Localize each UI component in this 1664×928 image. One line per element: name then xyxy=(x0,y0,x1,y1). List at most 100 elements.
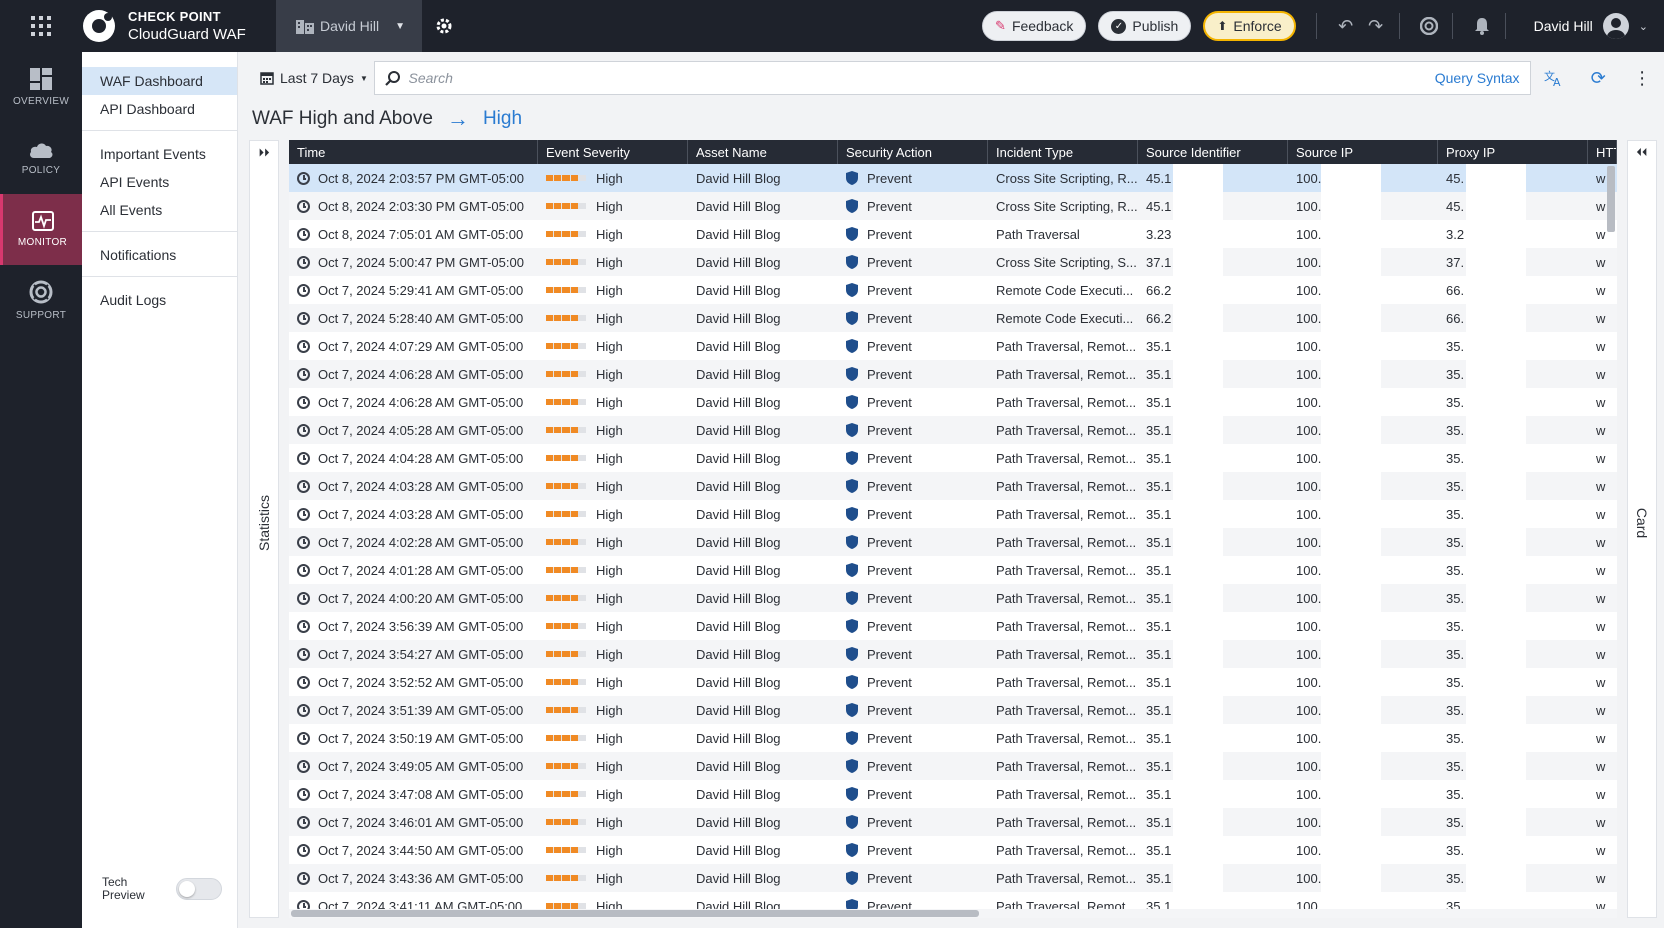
table-row[interactable]: Oct 7, 2024 5:00:47 PM GMT-05:00 High Davi… xyxy=(289,248,1617,276)
submenu-waf-dashboard[interactable]: WAF Dashboard xyxy=(82,67,237,95)
table-row[interactable]: Oct 7, 2024 4:01:28 AM GMT-05:00 High Davi… xyxy=(289,556,1617,584)
table-body: Oct 8, 2024 2:03:57 PM GMT-05:00 High Davi… xyxy=(289,164,1617,918)
cell-source-ip: 100. xyxy=(1288,696,1438,724)
more-vertical-icon[interactable]: ⋮ xyxy=(1620,52,1664,104)
avatar[interactable] xyxy=(1602,13,1629,39)
card-panel-toggle[interactable]: ⏴⏴ Card xyxy=(1627,140,1657,918)
nav-overview[interactable]: OVERVIEW xyxy=(0,52,82,123)
cell-incident: Path Traversal, Remot... xyxy=(988,752,1138,780)
action-value: Prevent xyxy=(867,814,912,830)
statistics-label: Statistics xyxy=(256,495,272,552)
scrollbar-thumb[interactable] xyxy=(291,910,979,917)
submenu-api-dashboard[interactable]: API Dashboard xyxy=(82,95,237,123)
table-row[interactable]: Oct 7, 2024 3:44:50 AM GMT-05:00 High Davi… xyxy=(289,836,1617,864)
proxy-ip-value: 45. xyxy=(1446,170,1465,186)
cell-incident: Path Traversal, Remot... xyxy=(988,808,1138,836)
undo-icon[interactable]: ↶ xyxy=(1331,0,1361,52)
vertical-scrollbar[interactable] xyxy=(1607,166,1615,886)
search-input[interactable] xyxy=(408,70,1435,86)
table-row[interactable]: Oct 7, 2024 4:03:28 AM GMT-05:00 High Davi… xyxy=(289,500,1617,528)
feedback-button[interactable]: ✎ Feedback xyxy=(982,11,1087,41)
enforce-button[interactable]: ⬆ Enforce xyxy=(1203,11,1296,41)
table-row[interactable]: Oct 8, 2024 7:05:01 AM GMT-05:00 High Davi… xyxy=(289,220,1617,248)
http-value: w xyxy=(1596,506,1606,522)
checkpoint-logo-icon xyxy=(83,10,115,42)
table-row[interactable]: Oct 7, 2024 4:05:28 AM GMT-05:00 High Davi… xyxy=(289,416,1617,444)
chevron-down-icon[interactable]: ⌄ xyxy=(1639,20,1648,33)
table-row[interactable]: Oct 8, 2024 2:03:57 PM GMT-05:00 High Davi… xyxy=(289,164,1617,192)
action-value: Prevent xyxy=(867,366,912,382)
column-header-asset-name[interactable]: Asset Name xyxy=(688,140,838,164)
severity-bar-icon xyxy=(546,371,587,377)
gear-icon[interactable] xyxy=(422,0,466,52)
help-lifebuoy-icon[interactable] xyxy=(1414,0,1444,52)
table-row[interactable]: Oct 7, 2024 3:52:52 AM GMT-05:00 High Davi… xyxy=(289,668,1617,696)
refresh-icon[interactable]: ⟳ xyxy=(1576,52,1620,104)
column-header-proxy-ip[interactable]: Proxy IP xyxy=(1438,140,1588,164)
column-header-source-ip[interactable]: Source IP xyxy=(1288,140,1438,164)
bell-icon[interactable] xyxy=(1467,0,1497,52)
asset-value: David Hill Blog xyxy=(696,338,781,354)
brand[interactable]: CHECK POINT CloudGuard WAF xyxy=(82,0,276,52)
time-value: Oct 7, 2024 3:44:50 AM GMT-05:00 xyxy=(318,842,524,858)
statistics-panel-toggle[interactable]: ⏵⏵ Statistics xyxy=(249,140,279,918)
tech-preview-toggle[interactable] xyxy=(176,878,222,900)
table-row[interactable]: Oct 7, 2024 3:54:27 AM GMT-05:00 High Davi… xyxy=(289,640,1617,668)
app-launcher-icon[interactable] xyxy=(0,0,82,52)
search-icon xyxy=(384,71,400,86)
submenu-all-events[interactable]: All Events xyxy=(82,196,237,224)
shield-icon xyxy=(846,255,858,269)
nav-support[interactable]: SUPPORT xyxy=(0,265,82,336)
horizontal-scrollbar[interactable] xyxy=(289,909,1617,918)
breadcrumb-parent[interactable]: WAF High and Above xyxy=(252,108,433,130)
column-header-security-action[interactable]: Security Action xyxy=(838,140,988,164)
redacted-block xyxy=(1466,752,1527,780)
nav-monitor[interactable]: MONITOR xyxy=(0,194,82,265)
table-row[interactable]: Oct 7, 2024 3:49:05 AM GMT-05:00 High Davi… xyxy=(289,752,1617,780)
severity-value: High xyxy=(596,534,623,550)
column-header-incident-type[interactable]: Incident Type xyxy=(988,140,1138,164)
column-header-http[interactable]: HTT xyxy=(1588,140,1617,164)
table-row[interactable]: Oct 7, 2024 3:51:39 AM GMT-05:00 High Davi… xyxy=(289,696,1617,724)
table-row[interactable]: Oct 7, 2024 3:43:36 AM GMT-05:00 High Davi… xyxy=(289,864,1617,892)
table-row[interactable]: Oct 7, 2024 4:06:28 AM GMT-05:00 High Davi… xyxy=(289,388,1617,416)
source-ip-value: 100. xyxy=(1296,590,1322,606)
translate-icon[interactable]: 文A xyxy=(1533,52,1577,104)
column-header-event-severity[interactable]: Event Severity xyxy=(538,140,688,164)
table-row[interactable]: Oct 7, 2024 3:50:19 AM GMT-05:00 High Davi… xyxy=(289,724,1617,752)
cell-source-id: 35.1 xyxy=(1138,696,1288,724)
table-row[interactable]: Oct 7, 2024 4:03:28 AM GMT-05:00 High Davi… xyxy=(289,472,1617,500)
table-row[interactable]: Oct 7, 2024 4:04:28 AM GMT-05:00 High Davi… xyxy=(289,444,1617,472)
user-name[interactable]: David Hill xyxy=(1534,18,1593,34)
table-row[interactable]: Oct 7, 2024 4:02:28 AM GMT-05:00 High Davi… xyxy=(289,528,1617,556)
table-row[interactable]: Oct 7, 2024 3:56:39 AM GMT-05:00 High Davi… xyxy=(289,612,1617,640)
table-row[interactable]: Oct 7, 2024 4:00:20 AM GMT-05:00 High Davi… xyxy=(289,584,1617,612)
events-table: Time Event Severity Asset Name Security … xyxy=(289,140,1617,918)
nav-policy[interactable]: POLICY xyxy=(0,123,82,194)
severity-value: High xyxy=(596,618,623,634)
time-value: Oct 7, 2024 4:05:28 AM GMT-05:00 xyxy=(318,422,524,438)
tenant-selector[interactable]: David Hill ▼ xyxy=(276,0,422,52)
redo-icon[interactable]: ↷ xyxy=(1361,0,1391,52)
column-header-time[interactable]: Time xyxy=(289,140,538,164)
table-row[interactable]: Oct 7, 2024 3:47:08 AM GMT-05:00 High Davi… xyxy=(289,780,1617,808)
table-row[interactable]: Oct 7, 2024 4:06:28 AM GMT-05:00 High Davi… xyxy=(289,360,1617,388)
submenu-audit-logs[interactable]: Audit Logs xyxy=(82,286,237,314)
cell-action: Prevent xyxy=(838,416,988,444)
table-row[interactable]: Oct 7, 2024 4:07:29 AM GMT-05:00 High Davi… xyxy=(289,332,1617,360)
scrollbar-thumb[interactable] xyxy=(1607,166,1615,232)
submenu-api-events[interactable]: API Events xyxy=(82,168,237,196)
table-row[interactable]: Oct 7, 2024 5:29:41 AM GMT-05:00 High Davi… xyxy=(289,276,1617,304)
date-range-selector[interactable]: Last 7 Days ▼ xyxy=(238,70,374,86)
http-value: w xyxy=(1596,254,1606,270)
table-row[interactable]: Oct 8, 2024 2:03:30 PM GMT-05:00 High Davi… xyxy=(289,192,1617,220)
submenu-important-events[interactable]: Important Events xyxy=(82,140,237,168)
table-row[interactable]: Oct 7, 2024 5:28:40 AM GMT-05:00 High Davi… xyxy=(289,304,1617,332)
column-header-source-identifier[interactable]: Source Identifier xyxy=(1138,140,1288,164)
publish-button[interactable]: ✓ Publish xyxy=(1098,11,1192,41)
cell-source-ip: 100. xyxy=(1288,752,1438,780)
submenu-notifications[interactable]: Notifications xyxy=(82,241,237,269)
query-syntax-link[interactable]: Query Syntax xyxy=(1435,70,1520,86)
severity-value: High xyxy=(596,646,623,662)
table-row[interactable]: Oct 7, 2024 3:46:01 AM GMT-05:00 High Davi… xyxy=(289,808,1617,836)
